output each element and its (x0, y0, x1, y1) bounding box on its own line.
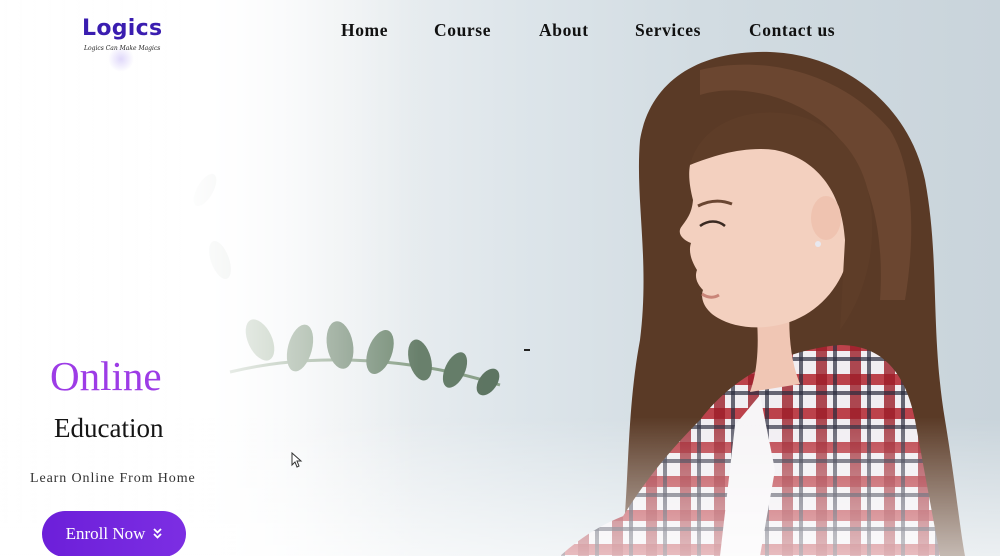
chevrons-down-icon (153, 527, 163, 541)
hero-subtitle: Learn Online From Home (30, 471, 196, 486)
enroll-now-label: Enroll Now (65, 524, 146, 543)
nav-item-home[interactable]: Home (341, 20, 388, 41)
mouse-pointer-icon (291, 452, 303, 468)
hero-title-education: Education (54, 413, 164, 443)
nav-item-services[interactable]: Services (635, 20, 701, 41)
nav-item-about[interactable]: About (539, 20, 589, 41)
main-nav: Home Course About Services Contact us (0, 20, 1000, 44)
logo-tagline: Logics Can Make Magics (84, 45, 161, 52)
text-cursor-mark (524, 349, 530, 351)
hero-title-online: Online (50, 353, 162, 399)
enroll-now-button[interactable]: Enroll Now (42, 511, 186, 556)
nav-item-course[interactable]: Course (434, 20, 491, 41)
nav-item-contact[interactable]: Contact us (749, 20, 835, 41)
